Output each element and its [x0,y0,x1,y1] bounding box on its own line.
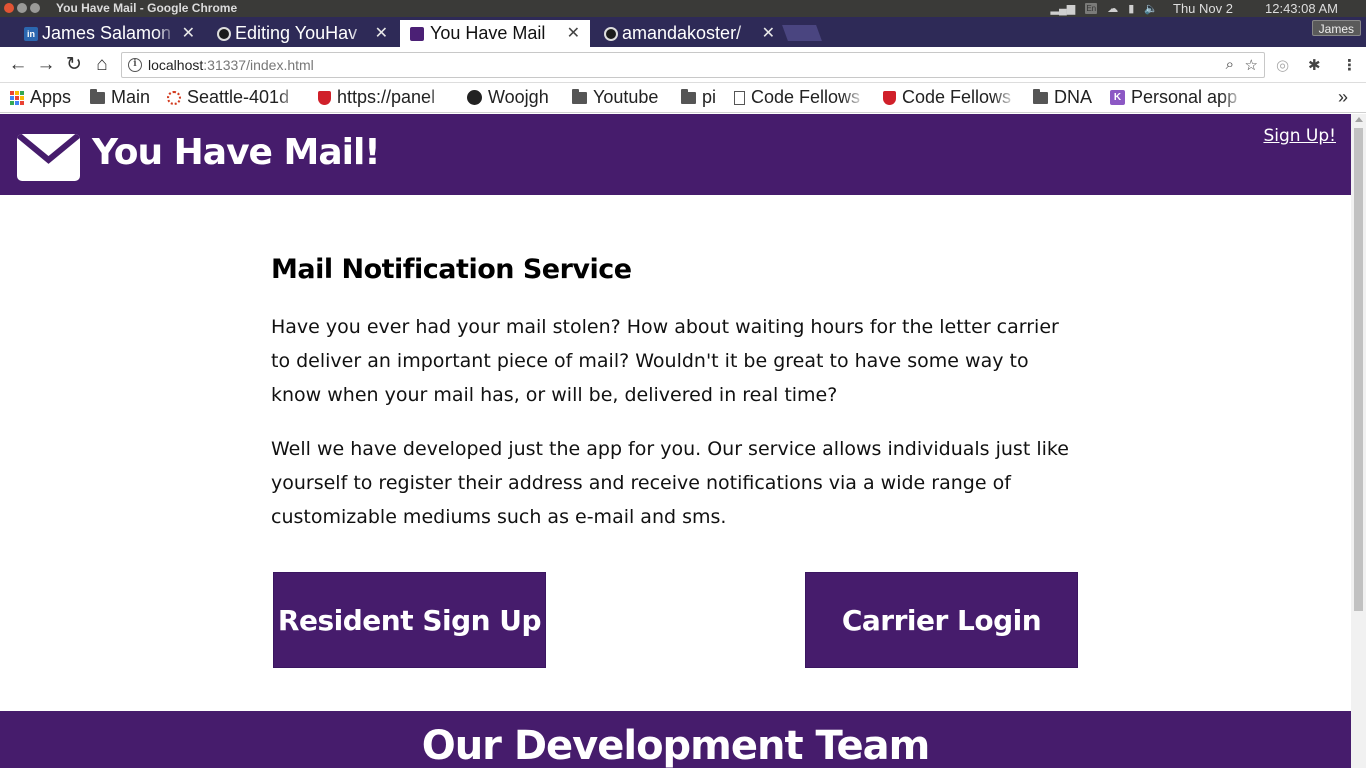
team-section: Our Development Team [0,711,1351,768]
folder-icon [681,88,696,104]
bookmark-panel[interactable]: https://panel [318,87,450,108]
k-badge-icon: K [1110,90,1125,105]
back-arrow-icon[interactable]: ← [7,54,29,76]
bookmarks-overflow-button[interactable]: » [1338,87,1348,108]
url-path: :31337/index.html [203,57,314,73]
shield-icon [883,90,896,105]
folder-icon [1033,88,1048,104]
menu-icon[interactable]: ⋮ [1342,56,1357,74]
github-icon [467,90,482,105]
bookmark-label: pi [702,87,717,107]
minimize-window-button[interactable] [17,3,27,13]
bookmark-label: DNA [1054,87,1093,107]
bookmark-seattle-401d[interactable]: Seattle-401d [167,87,300,108]
page-icon [734,90,745,105]
tab-amandakoster[interactable]: amandakoster/ ✕ [600,20,785,47]
linkedin-icon: in [24,27,38,41]
tab-title: amandakoster/ [622,23,742,43]
bookmarks-bar: Apps Main Seattle-401d https://panel Woo… [0,83,1366,113]
bookmark-main[interactable]: Main [90,87,150,108]
tab-close-icon[interactable]: ✕ [182,23,195,43]
tab-you-have-mail[interactable]: You Have Mail ✕ [400,20,590,47]
bookmark-label: Personal app [1131,87,1238,107]
bookmark-star-icon[interactable]: ☆ [1245,56,1258,74]
tab-close-icon[interactable]: ✕ [762,23,775,43]
maximize-window-button[interactable] [30,3,40,13]
apps-grid-icon [10,90,24,105]
os-date[interactable]: Thu Nov 2 [1173,1,1233,16]
url-text[interactable]: localhost:31337/index.html [148,57,314,73]
bookmark-label: Apps [30,87,72,107]
bookmark-personal-app[interactable]: K Personal app [1110,87,1244,108]
tab-close-icon[interactable]: ✕ [375,23,388,43]
page-scrollbar[interactable] [1351,114,1366,768]
tab-editing-youhave[interactable]: Editing YouHav ✕ [213,20,398,47]
intro-paragraph: Have you ever had your mail stolen? How … [271,316,1059,406]
bookmark-woojgh[interactable]: Woojgh [467,87,549,108]
bookmark-code-fellows-shield[interactable]: Code Fellows [883,87,1016,108]
tab-close-icon[interactable]: ✕ [567,23,580,43]
window-controls [4,3,40,13]
browser-toolbar: ← → ↻ ⌂ i localhost:31337/index.html ⌕ ☆… [0,47,1366,83]
zoom-icon[interactable]: ⌕ [1226,56,1234,73]
bookmark-dna[interactable]: DNA [1033,87,1092,108]
site-header: You Have Mail! Sign Up! [0,114,1351,195]
resident-sign-up-button[interactable]: Resident Sign Up [273,572,546,668]
url-host: localhost [148,57,204,73]
new-tab-button[interactable] [782,25,822,41]
close-window-button[interactable] [4,3,14,13]
service-paragraph: Well we have developed just the app for … [271,438,1069,528]
keyboard-layout-indicator[interactable]: En [1085,3,1098,14]
os-top-bar: You Have Mail - Google Chrome ▂▄▆ En ☁ ▮… [0,0,1366,17]
team-heading: Our Development Team [421,723,931,768]
section-heading: Mail Notification Service [271,254,632,285]
bookmark-label: Main [111,87,151,107]
bookmark-label: Code Fellows [902,87,1012,107]
bookmark-label: Youtube [593,87,659,107]
system-tray: ▂▄▆ En ☁ ▮ 🔈 Thu Nov 2 12:43:08 AM [1046,0,1366,17]
shield-icon [318,90,331,105]
carrier-login-button[interactable]: Carrier Login [805,572,1078,668]
scrollbar-thumb[interactable] [1354,128,1363,611]
mail-icon [410,27,424,41]
network-signal-icon[interactable]: ▂▄▆ [1051,2,1076,15]
home-icon[interactable]: ⌂ [91,54,113,76]
tab-title: Editing YouHav [235,23,358,43]
bookmark-label: Woojgh [488,87,549,107]
tab-title: James Salamon [42,23,172,43]
battery-icon[interactable]: ▮ [1128,2,1134,15]
folder-icon [572,88,587,104]
bookmark-youtube[interactable]: Youtube [572,87,658,108]
bookmark-label: Code Fellows [751,87,861,107]
bookmark-label: Seattle-401d [187,87,290,107]
extension-icon[interactable]: ◎ [1276,56,1289,74]
scroll-up-arrow-icon[interactable] [1355,117,1363,122]
volume-icon[interactable]: 🔈 [1144,2,1158,15]
main-content: Mail Notification Service Have you ever … [271,254,1081,534]
github-icon [604,27,618,41]
reload-icon[interactable]: ↻ [63,54,85,76]
dropbox-icon[interactable]: ☁ [1107,2,1118,15]
profile-button[interactable]: James [1311,20,1361,36]
envelope-logo-icon [17,134,80,181]
extension-octopus-icon[interactable]: ✱ [1308,56,1321,74]
bookmark-label: https://panel [337,87,436,107]
folder-icon [90,88,105,104]
info-icon[interactable]: i [128,58,142,72]
page-viewport: You Have Mail! Sign Up! Mail Notificatio… [0,114,1351,768]
bookmark-code-fellows-page[interactable]: Code Fellows [734,87,865,108]
address-bar[interactable]: i localhost:31337/index.html ⌕ ☆ [121,52,1265,78]
tab-strip: in James Salamon ✕ Editing YouHav ✕ You … [0,17,1366,47]
github-icon [217,27,231,41]
tab-title: You Have Mail [430,23,546,43]
forward-arrow-icon[interactable]: → [35,54,57,76]
window-title: You Have Mail - Google Chrome [56,1,238,15]
ring-icon [167,90,181,105]
bookmark-pi[interactable]: pi [681,87,716,108]
tab-linkedin[interactable]: in James Salamon ✕ [20,20,205,47]
sign-up-link[interactable]: Sign Up! [1263,126,1336,146]
site-title: You Have Mail! [92,132,381,173]
os-clock[interactable]: 12:43:08 AM [1265,1,1338,16]
bookmark-apps[interactable]: Apps [10,87,71,108]
